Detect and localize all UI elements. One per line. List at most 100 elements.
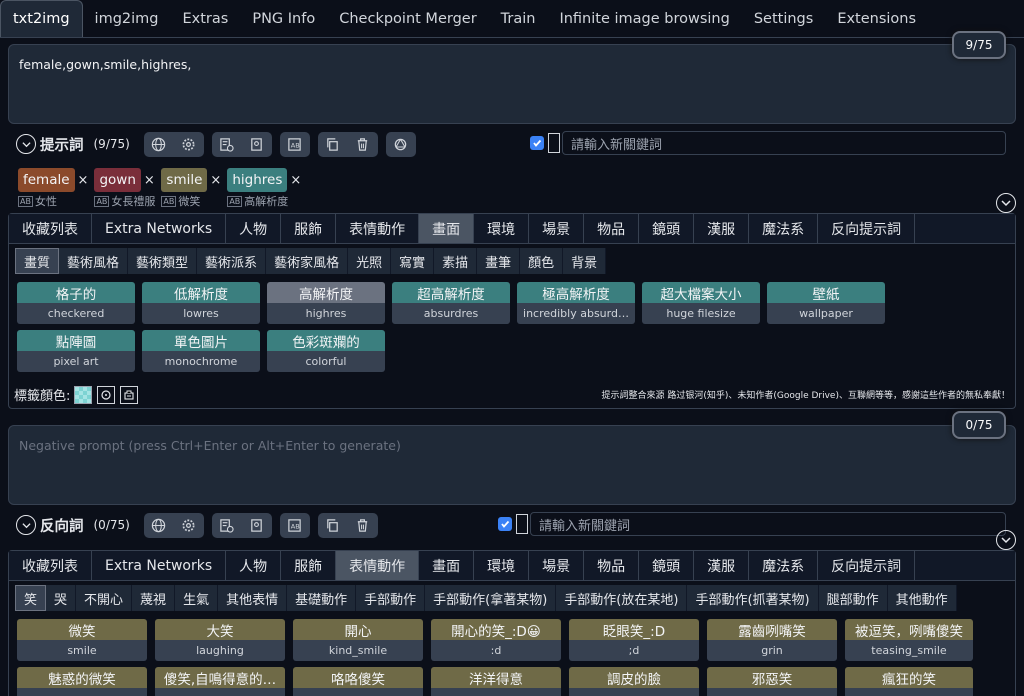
category-tab[interactable]: 鏡頭 [639, 551, 695, 580]
subcategory-tab[interactable]: 手部動作(拿著某物) [425, 585, 557, 611]
subcategory-tab[interactable]: 藝術類型 [128, 248, 198, 274]
close-icon[interactable]: × [144, 173, 155, 188]
trash-icon[interactable] [348, 513, 378, 538]
category-tab[interactable]: 物品 [584, 214, 640, 243]
prompt-button[interactable]: 被逗笑，咧嘴傻笑 teasing_smile [845, 619, 973, 661]
prompt-textarea[interactable]: female,gown,smile,highres, [8, 44, 1016, 124]
prompt-button[interactable]: 開心 kind_smile [293, 619, 423, 661]
category-tab[interactable]: Extra Networks [92, 551, 227, 580]
subcategory-tab-active[interactable]: 笑 [15, 585, 47, 611]
copy-icon[interactable] [318, 513, 348, 538]
collapse-icon[interactable] [16, 515, 36, 535]
category-tab[interactable]: 物品 [584, 551, 640, 580]
subcategory-tab[interactable]: 手部動作(放在某地) [556, 585, 688, 611]
category-tab[interactable]: 鏡頭 [639, 214, 695, 243]
prompt-button[interactable]: 大笑 laughing [155, 619, 285, 661]
tab-extras[interactable]: Extras [171, 0, 241, 37]
category-tab[interactable]: 反向提示詞 [818, 551, 916, 580]
bookmark-icon[interactable] [242, 132, 272, 157]
globe-icon[interactable] [144, 513, 174, 538]
subcategory-tab[interactable]: 手部動作 [356, 585, 426, 611]
subcategory-tab[interactable]: 藝術風格 [59, 248, 129, 274]
subcategory-tab[interactable]: 腿部動作 [818, 585, 888, 611]
category-tab[interactable]: 環境 [474, 214, 530, 243]
subcategory-tab[interactable]: 其他表情 [218, 585, 288, 611]
close-icon[interactable]: × [290, 173, 301, 188]
prompt-button[interactable]: 格子的 checkered [17, 282, 135, 324]
openai-icon[interactable] [386, 132, 416, 157]
prompt-button[interactable]: 邪惡笑 [707, 667, 837, 696]
category-tab[interactable]: 服飾 [281, 551, 337, 580]
tag-chip[interactable]: smile [161, 168, 208, 192]
category-tab[interactable]: 服飾 [281, 214, 337, 243]
prompt-button[interactable]: 眨眼笑_:D ;d [569, 619, 699, 661]
bookmark-icon[interactable] [242, 513, 272, 538]
subcategory-tab[interactable]: 哭 [46, 585, 77, 611]
prompt-button[interactable]: 傻笑,自鳴得意的… [155, 667, 285, 696]
prompt-button[interactable]: 低解析度 lowres [142, 282, 260, 324]
globe-icon[interactable] [144, 132, 174, 157]
category-tab[interactable]: 魔法系 [749, 214, 819, 243]
gear-icon[interactable] [174, 132, 204, 157]
category-tab[interactable]: 場景 [529, 214, 585, 243]
category-tab[interactable]: 漢服 [694, 214, 750, 243]
prompt-button[interactable]: 微笑 smile [17, 619, 147, 661]
category-tab-active[interactable]: 畫面 [419, 214, 475, 243]
prompt-button[interactable]: 咯咯傻笑 [293, 667, 423, 696]
tab-png-info[interactable]: PNG Info [240, 0, 327, 37]
category-tab[interactable]: 收藏列表 [9, 551, 92, 580]
tab-settings[interactable]: Settings [742, 0, 825, 37]
close-icon[interactable]: × [78, 173, 89, 188]
subcategory-tab[interactable]: 藝術家風格 [266, 248, 349, 274]
trash-icon[interactable] [348, 132, 378, 157]
category-tab[interactable]: 魔法系 [749, 551, 819, 580]
gear-icon[interactable] [174, 513, 204, 538]
keyword-checkbox[interactable] [498, 517, 512, 531]
palette-icon[interactable] [120, 385, 139, 404]
subcategory-tab[interactable]: 素描 [434, 248, 478, 274]
prompt-button[interactable]: 露齒咧嘴笑 grin [707, 619, 837, 661]
category-tab-active[interactable]: 表情動作 [336, 551, 420, 580]
tag-chip[interactable]: female [18, 168, 75, 192]
subcategory-tab[interactable]: 藝術派系 [197, 248, 267, 274]
close-icon[interactable]: × [210, 173, 221, 188]
prompt-button[interactable]: 瘋狂的笑 [845, 667, 973, 696]
keyword-checkbox[interactable] [530, 136, 544, 150]
translate-icon[interactable]: AB [280, 132, 310, 157]
subcategory-tab[interactable]: 寫實 [391, 248, 435, 274]
category-tab[interactable]: 場景 [529, 551, 585, 580]
refresh-icon[interactable] [97, 385, 116, 404]
subcategory-tab[interactable]: 基礎動作 [287, 585, 357, 611]
subcategory-tab[interactable]: 其他動作 [887, 585, 957, 611]
translate-icon[interactable]: AB [280, 513, 310, 538]
keyword-input[interactable]: 請輸入新關鍵詞 [530, 512, 1006, 536]
copy-icon[interactable] [318, 132, 348, 157]
category-tab[interactable]: 人物 [226, 214, 282, 243]
history-icon[interactable] [212, 513, 242, 538]
tab-extensions[interactable]: Extensions [825, 0, 928, 37]
tab-train[interactable]: Train [489, 0, 548, 37]
category-tab[interactable]: 表情動作 [336, 214, 420, 243]
category-tab[interactable]: 人物 [226, 551, 282, 580]
prompt-button[interactable]: 壁紙 wallpaper [767, 282, 885, 324]
prompt-button[interactable]: 單色圖片 monochrome [142, 330, 260, 372]
category-tab[interactable]: 環境 [474, 551, 530, 580]
prompt-button[interactable]: 色彩斑斕的 colorful [267, 330, 385, 372]
color-swatch[interactable] [74, 385, 93, 404]
tag-chip[interactable]: gown [94, 168, 141, 192]
prompt-button[interactable]: 超高解析度 absurdres [392, 282, 510, 324]
prompt-button[interactable]: 調皮的臉 [569, 667, 699, 696]
prompt-button[interactable]: 洋洋得意 [431, 667, 561, 696]
subcategory-tab[interactable]: 不開心 [76, 585, 133, 611]
tab-img2img[interactable]: img2img [83, 0, 171, 37]
category-tab[interactable]: 漢服 [694, 551, 750, 580]
category-tab[interactable]: 畫面 [419, 551, 475, 580]
prompt-button[interactable]: 開心的笑_:D😀:d [431, 619, 561, 661]
subcategory-tab[interactable]: 生氣 [175, 585, 219, 611]
subcategory-tab-active[interactable]: 畫質 [15, 248, 60, 274]
prompt-button[interactable]: 極高解析度 incredibly absurd… [517, 282, 635, 324]
keyword-input[interactable]: 請輸入新關鍵詞 [562, 131, 1006, 155]
tag-chip[interactable]: highres [227, 168, 288, 192]
tab-txt2img[interactable]: txt2img [0, 0, 83, 37]
subcategory-tab[interactable]: 背景 [563, 248, 607, 274]
